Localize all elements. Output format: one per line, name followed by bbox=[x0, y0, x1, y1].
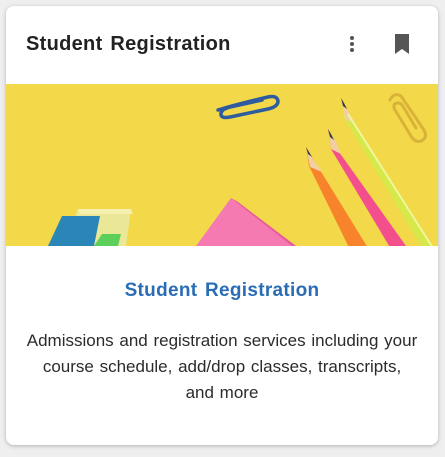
card-description: Admissions and registration services inc… bbox=[26, 331, 418, 402]
bookmark-icon bbox=[395, 34, 409, 54]
registration-link-title[interactable]: Student Registration bbox=[6, 280, 438, 302]
card-header: Student Registration bbox=[6, 6, 438, 85]
hero-image bbox=[6, 84, 438, 246]
bookmark-button[interactable] bbox=[390, 32, 414, 56]
more-options-button[interactable] bbox=[340, 32, 364, 56]
student-registration-card[interactable]: Student Registration Student Registratio… bbox=[6, 6, 438, 445]
card-title: Student Registration bbox=[26, 33, 231, 55]
